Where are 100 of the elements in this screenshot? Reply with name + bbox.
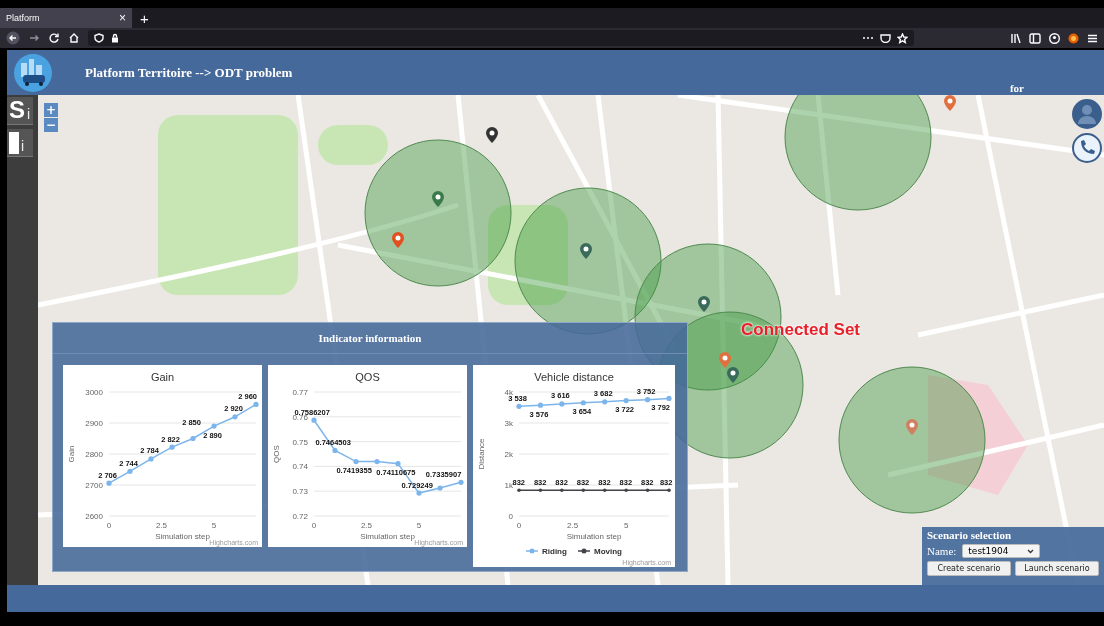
data-point (516, 403, 522, 409)
zoom-out-button[interactable]: − (44, 118, 58, 132)
map-pin-icon[interactable] (727, 367, 739, 383)
axis-tick-label: 2.5 (155, 521, 168, 530)
data-point (106, 480, 112, 486)
data-point (437, 485, 443, 491)
axis-tick-label: 5 (416, 521, 422, 530)
home-icon[interactable] (68, 32, 80, 44)
axis-title: Simulation step (360, 532, 415, 541)
legend-item[interactable]: Riding (525, 547, 567, 556)
axis-tick-label: 5 (623, 521, 629, 530)
data-point (644, 397, 651, 403)
axis-tick-label: 3000 (85, 388, 103, 397)
axis-title: Gain (67, 445, 76, 463)
legend-item[interactable]: Moving (577, 547, 622, 556)
data-point (667, 488, 671, 492)
shield-icon (94, 33, 104, 43)
axis-tick-label: 0.72 (292, 512, 308, 521)
chart-title: QOS (355, 371, 380, 383)
data-point (623, 398, 629, 404)
data-point (169, 444, 175, 450)
axis-tick-label: 0.75 (292, 437, 308, 447)
axis-tick-label: 2900 (85, 419, 103, 428)
axis-tick-label: 0 (311, 521, 317, 530)
scenario-dropdown[interactable]: test1904 (962, 544, 1041, 558)
axis-tick-label: 1k (504, 481, 513, 490)
axis-tick-label: 0 (516, 521, 522, 530)
legend-label: Moving (594, 547, 623, 556)
back-icon[interactable] (6, 31, 20, 45)
data-point (538, 488, 543, 492)
data-point (127, 468, 133, 474)
axis-tick-label: 2700 (85, 481, 103, 490)
star-icon[interactable] (897, 32, 908, 44)
axis-tick-label: 4k (504, 388, 513, 397)
scenario-button[interactable]: Launch scenario (1015, 561, 1099, 576)
menu-icon[interactable] (1087, 32, 1098, 44)
map-pin-icon[interactable] (486, 127, 498, 143)
data-point (416, 490, 422, 496)
avatar-icon[interactable] (1072, 99, 1102, 129)
tool-button[interactable]: S i (7, 97, 33, 125)
map-pin-icon[interactable] (580, 243, 592, 259)
user-label: for (1009, 82, 1024, 94)
axis-tick-label: 0.73 (292, 487, 308, 497)
browser-tab[interactable]: Platform × (0, 8, 132, 28)
panel-title: Scenario selection (927, 529, 1012, 541)
sidebar-icon[interactable] (1029, 32, 1041, 44)
axis-tick-label: 2k (504, 450, 513, 459)
axis-tick-label: 2.5 (360, 521, 373, 530)
chart-title: Gain (150, 371, 175, 383)
account-icon[interactable] (1049, 32, 1060, 44)
map-pin-icon[interactable] (698, 296, 710, 312)
data-point (666, 395, 672, 402)
logo-icon (11, 52, 55, 93)
data-point (517, 488, 521, 492)
axis-tick-label: 2600 (85, 512, 103, 521)
data-point (253, 401, 259, 407)
axis-tick-label: 5 (211, 521, 217, 530)
axis-tick-label: 0.77 (292, 388, 308, 397)
panel-title: Indicator information (318, 332, 422, 344)
data-point (559, 401, 565, 407)
chevron-down-icon (1027, 548, 1035, 554)
data-point (374, 459, 380, 465)
tool-button[interactable]: i (7, 129, 33, 157)
data-point (537, 402, 544, 408)
data-point (602, 399, 608, 405)
axis-tick-label: 0.74 (292, 462, 308, 472)
axis-title: Distance (477, 438, 486, 470)
zoom-in-button[interactable]: + (44, 103, 58, 117)
axis-tick-label: 0 (508, 512, 513, 521)
phone-icon[interactable] (1072, 133, 1102, 163)
data-point (148, 456, 154, 462)
data-point (395, 461, 401, 467)
field-label: Name: (927, 545, 957, 557)
library-icon[interactable] (1010, 32, 1021, 44)
data-point (581, 488, 586, 492)
new-tab-button[interactable]: + (132, 8, 157, 28)
data-point (560, 488, 564, 492)
pocket-icon[interactable] (880, 33, 891, 43)
data-point (602, 488, 607, 492)
axis-title: QOS (272, 445, 281, 463)
data-point (332, 447, 338, 453)
extension-icon[interactable] (1068, 32, 1079, 44)
reload-icon[interactable] (48, 32, 60, 44)
data-point (211, 423, 217, 429)
data-point (458, 479, 464, 485)
data-point (232, 414, 238, 420)
axis-title: Simulation step (566, 532, 622, 541)
axis-tick-label: 2800 (85, 450, 103, 459)
axis-tick-label: 2.5 (567, 521, 579, 530)
scenario-button[interactable]: Create scenario (927, 561, 1011, 576)
legend-label: Riding (542, 547, 567, 556)
data-point (311, 417, 317, 423)
data-point (645, 488, 650, 492)
axis-tick-label: 3k (504, 419, 513, 428)
lock-icon (110, 33, 120, 43)
data-point (353, 459, 359, 465)
data-point (624, 488, 628, 492)
tab-close-button[interactable]: × (119, 11, 126, 25)
chart-title: Vehicle distance (534, 371, 614, 383)
axis-title: Simulation step (155, 532, 210, 541)
